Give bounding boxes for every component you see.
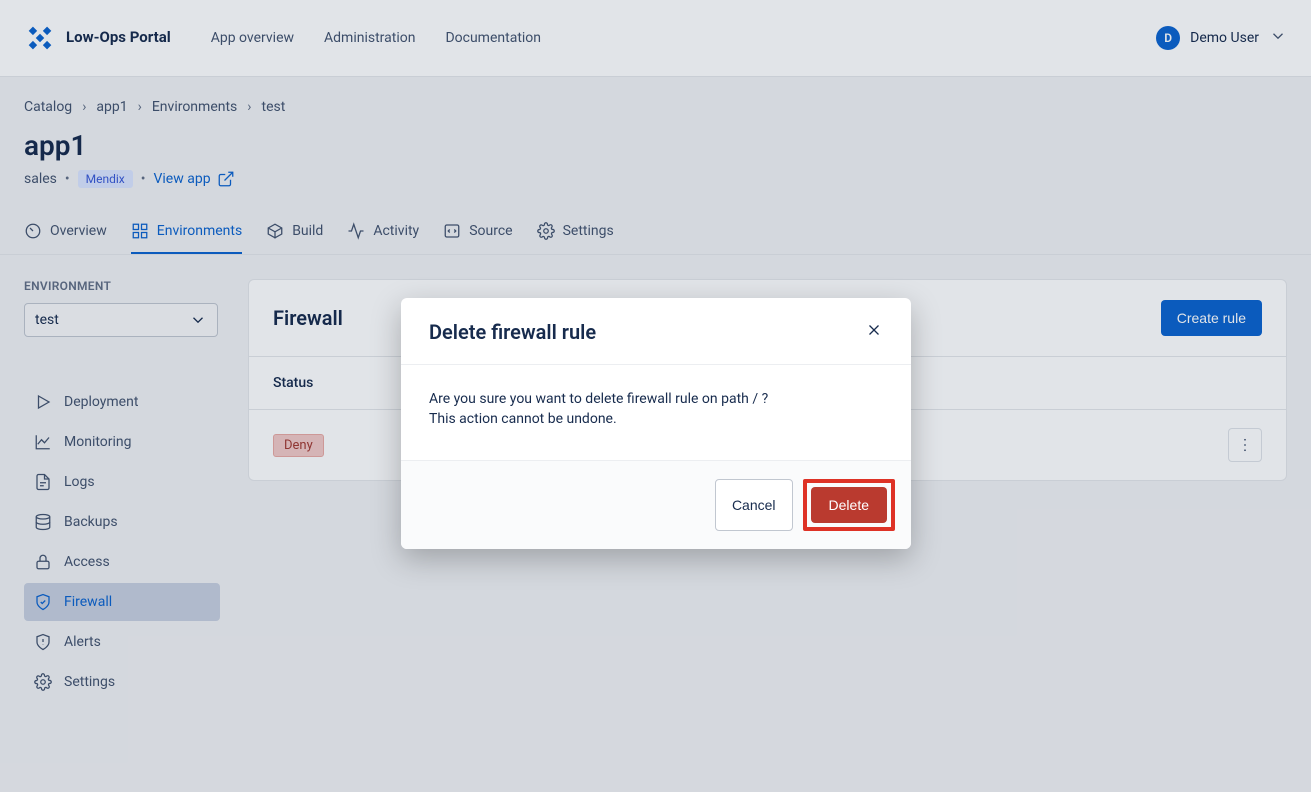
modal-title: Delete firewall rule	[429, 320, 596, 344]
cancel-button[interactable]: Cancel	[715, 479, 793, 531]
modal-header: Delete firewall rule	[401, 298, 911, 365]
modal-footer: Cancel Delete	[401, 460, 911, 549]
delete-firewall-rule-modal: Delete firewall rule Are you sure you wa…	[401, 298, 911, 549]
delete-button-highlight: Delete	[803, 479, 895, 531]
modal-body-line1: Are you sure you want to delete firewall…	[429, 389, 883, 409]
modal-body-line2: This action cannot be undone.	[429, 409, 883, 429]
modal-body: Are you sure you want to delete firewall…	[401, 365, 911, 460]
close-icon[interactable]	[865, 321, 883, 343]
delete-button[interactable]: Delete	[811, 487, 887, 523]
